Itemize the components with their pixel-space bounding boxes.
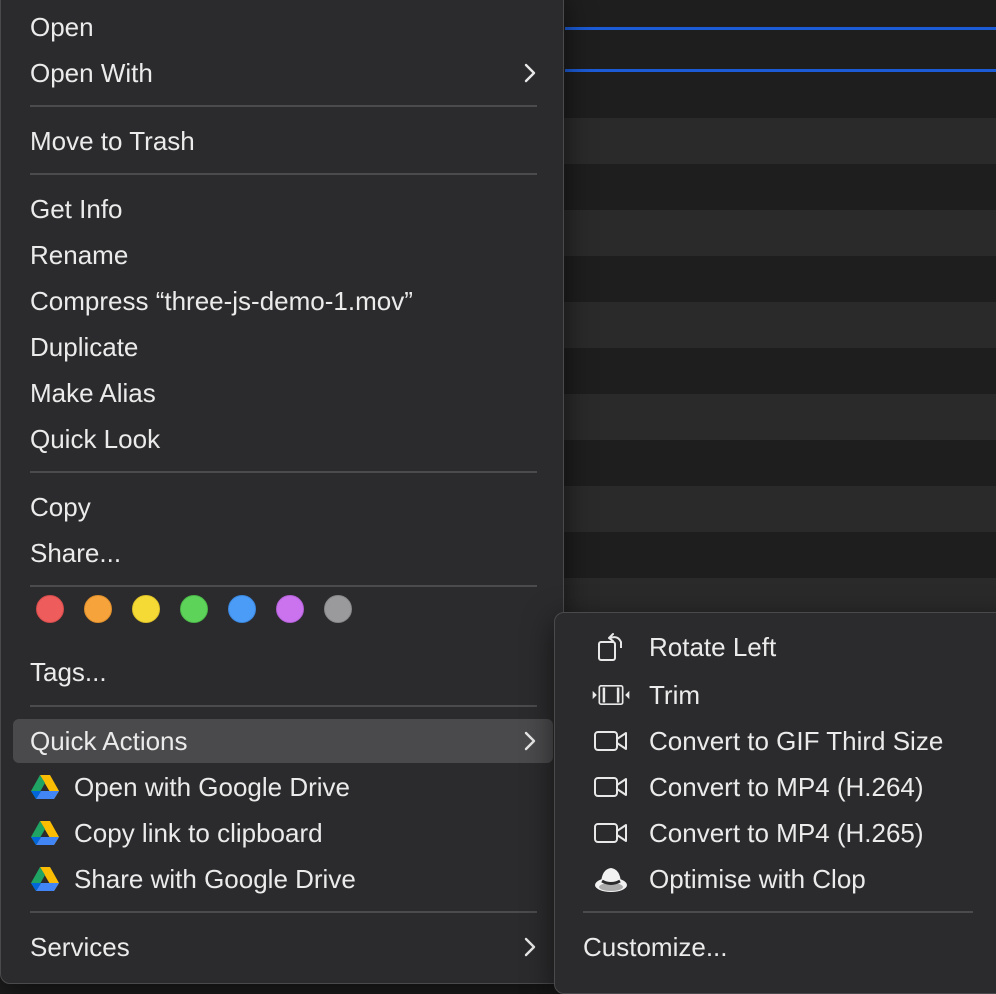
- menu-item-share-with-google-drive[interactable]: Share with Google Drive: [13, 857, 553, 901]
- menu-item-label: Open: [30, 11, 94, 42]
- menu-item-label: Compress “three-js-demo-1.mov”: [30, 285, 413, 316]
- rotate-left-icon: [591, 630, 631, 664]
- menu-item-label: Rename: [30, 239, 129, 270]
- menu-item-label: Make Alias: [30, 377, 156, 408]
- menu-item-quick-look[interactable]: Quick Look: [13, 417, 553, 461]
- menu-item-label: Quick Look: [30, 423, 161, 454]
- menu-item-tags[interactable]: Tags...: [13, 650, 553, 694]
- submenu-item-label: Optimise with Clop: [649, 863, 866, 894]
- google-drive-icon: [31, 821, 59, 845]
- menu-item-label: Quick Actions: [30, 725, 188, 756]
- quick-actions-submenu: Rotate Left Trim Convert to GIF Third Si…: [554, 612, 996, 994]
- video-camera-icon: [591, 770, 631, 804]
- menu-item-make-alias[interactable]: Make Alias: [13, 371, 553, 415]
- menu-item-duplicate[interactable]: Duplicate: [13, 325, 553, 369]
- submenu-item-trim[interactable]: Trim: [555, 673, 995, 717]
- video-camera-icon: [591, 816, 631, 850]
- menu-separator: [30, 911, 537, 913]
- submenu-item-label: Trim: [649, 679, 701, 710]
- chevron-right-icon: [524, 731, 536, 751]
- menu-item-label: Copy: [30, 491, 91, 522]
- chevron-right-icon: [524, 937, 536, 957]
- tag-red-dot[interactable]: [36, 595, 64, 623]
- menu-item-compress[interactable]: Compress “three-js-demo-1.mov”: [13, 279, 553, 323]
- google-drive-icon: [31, 775, 59, 799]
- menu-item-copy-link[interactable]: Copy link to clipboard: [13, 811, 553, 855]
- submenu-item-convert-mp4-h265[interactable]: Convert to MP4 (H.265): [555, 811, 995, 855]
- menu-item-quick-actions[interactable]: Quick Actions: [13, 719, 553, 763]
- tag-green-dot[interactable]: [180, 595, 208, 623]
- tag-purple-dot[interactable]: [276, 595, 304, 623]
- menu-separator: [30, 705, 537, 707]
- tag-blue-dot[interactable]: [228, 595, 256, 623]
- menu-item-label: Duplicate: [30, 331, 139, 362]
- menu-item-label: Share with Google Drive: [74, 863, 356, 894]
- menu-separator: [30, 585, 537, 587]
- chevron-right-icon: [524, 63, 536, 83]
- menu-item-label: Copy link to clipboard: [74, 817, 323, 848]
- menu-item-label: Services: [30, 931, 130, 962]
- submenu-item-label: Convert to MP4 (H.264): [649, 771, 924, 802]
- submenu-item-convert-mp4-h264[interactable]: Convert to MP4 (H.264): [555, 765, 995, 809]
- menu-item-move-to-trash[interactable]: Move to Trash: [13, 119, 553, 163]
- menu-item-open-with[interactable]: Open With: [13, 51, 553, 95]
- tag-gray-dot[interactable]: [324, 595, 352, 623]
- menu-item-open[interactable]: Open: [13, 5, 553, 49]
- menu-item-label: Tags...: [30, 656, 107, 687]
- menu-item-label: Move to Trash: [30, 125, 195, 156]
- selection-top-line: [565, 27, 996, 30]
- tag-color-picker: [36, 595, 352, 623]
- tag-orange-dot[interactable]: [84, 595, 112, 623]
- trim-icon: [591, 678, 631, 712]
- clop-hat-icon: [591, 862, 631, 896]
- submenu-item-label: Convert to GIF Third Size: [649, 725, 944, 756]
- submenu-item-optimise-clop[interactable]: Optimise with Clop: [555, 857, 995, 901]
- menu-item-label: Open With: [30, 57, 153, 88]
- submenu-item-label: Convert to MP4 (H.265): [649, 817, 924, 848]
- menu-item-rename[interactable]: Rename: [13, 233, 553, 277]
- menu-item-label: Open with Google Drive: [74, 771, 351, 802]
- menu-item-label: Get Info: [30, 193, 123, 224]
- menu-item-label: Share...: [30, 537, 122, 568]
- tag-yellow-dot[interactable]: [132, 595, 160, 623]
- submenu-item-customize[interactable]: Customize...: [555, 925, 995, 969]
- google-drive-icon: [31, 867, 59, 891]
- menu-separator: [30, 105, 537, 107]
- menu-item-get-info[interactable]: Get Info: [13, 187, 553, 231]
- video-camera-icon: [591, 724, 631, 758]
- menu-separator: [30, 471, 537, 473]
- submenu-item-label: Rotate Left: [649, 631, 777, 662]
- menu-separator: [30, 173, 537, 175]
- context-menu: Open Open With Move to Trash Get Info Re…: [0, 0, 564, 984]
- submenu-item-convert-gif[interactable]: Convert to GIF Third Size: [555, 719, 995, 763]
- menu-item-copy[interactable]: Copy: [13, 485, 553, 529]
- menu-separator: [583, 911, 973, 913]
- submenu-item-rotate-left[interactable]: Rotate Left: [555, 625, 995, 669]
- submenu-item-label: Customize...: [583, 931, 728, 962]
- menu-item-share[interactable]: Share...: [13, 531, 553, 575]
- menu-item-services[interactable]: Services: [13, 925, 553, 969]
- menu-item-open-with-google-drive[interactable]: Open with Google Drive: [13, 765, 553, 809]
